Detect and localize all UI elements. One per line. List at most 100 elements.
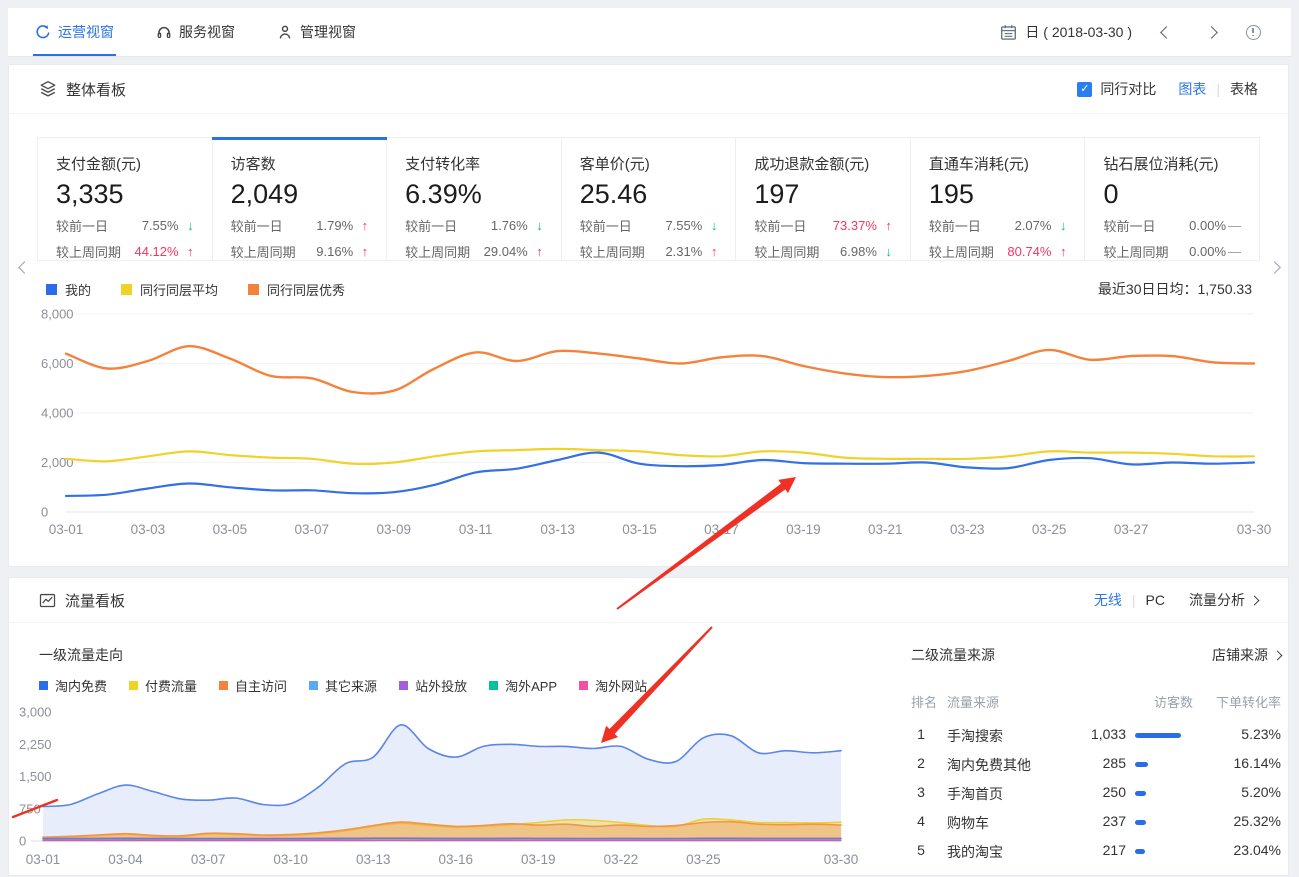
- legend-label: 站外投放: [415, 676, 467, 695]
- legend-label: 淘内免费: [55, 676, 107, 695]
- source-rate: 25.32%: [1234, 813, 1281, 829]
- card-title: 成功退款金额(元): [754, 153, 892, 174]
- metric-card-4[interactable]: 客单价(元)25.46较前一日7.55%↓较上周同期2.31%↑: [562, 138, 737, 260]
- source-rate: 23.04%: [1234, 842, 1281, 858]
- card-compare-row: 较前一日 2.07%↓: [929, 216, 1067, 235]
- card-title: 直通车消耗(元): [929, 153, 1067, 174]
- compare-label: 较上周同期: [929, 242, 994, 261]
- traffic-chart-legend: 淘内免费 付费流量 自主访问 其它来源 站外投放 淘外APP 淘外网站: [39, 676, 669, 695]
- traffic-source-row[interactable]: 5我的淘宝21723.04%: [911, 842, 1281, 862]
- layers-icon: [39, 80, 57, 98]
- traffic-source-row[interactable]: 2淘内免费其他28516.14%: [911, 755, 1281, 775]
- svg-text:03-05: 03-05: [213, 522, 248, 537]
- main-legend-item[interactable]: 同行同层平均: [121, 280, 218, 299]
- source-visitors-bar: [1135, 849, 1145, 854]
- down-arrow-icon: ↓: [1051, 218, 1066, 233]
- traffic-legend-item[interactable]: 其它来源: [309, 676, 377, 695]
- svg-text:03-10: 03-10: [273, 852, 308, 867]
- compare-label: 较前一日: [929, 216, 981, 235]
- trend-title: 一级流量走向: [39, 645, 123, 665]
- line-chart-icon: [39, 592, 56, 609]
- card-compare-row: 较上周同期44.12%↑: [56, 242, 194, 261]
- source-name: 手淘搜索: [947, 726, 1003, 746]
- traffic-legend-item[interactable]: 站外投放: [399, 676, 467, 695]
- card-compare-row: 较前一日0.00%—: [1103, 216, 1241, 235]
- source-name: 淘内免费其他: [947, 755, 1031, 775]
- card-value: 2,049: [231, 179, 369, 209]
- next-date-button[interactable]: [1205, 26, 1218, 39]
- peer-compare-checkbox[interactable]: ✓: [1077, 82, 1092, 97]
- metric-card-6[interactable]: 直通车消耗(元)195较前一日2.07%↓较上周同期80.74%↑: [911, 138, 1086, 260]
- tab-service[interactable]: 服务视窗: [156, 8, 235, 56]
- svg-text:03-19: 03-19: [786, 522, 821, 537]
- source-rank: 4: [913, 813, 929, 829]
- main-legend-item[interactable]: 同行同层优秀: [248, 280, 345, 299]
- card-title: 支付金额(元): [56, 153, 194, 174]
- traffic-source-row[interactable]: 3手淘首页2505.20%: [911, 784, 1281, 804]
- compare-label: 较上周同期: [231, 242, 296, 261]
- view-chart-link[interactable]: 图表: [1178, 79, 1206, 99]
- svg-text:1,500: 1,500: [19, 769, 52, 784]
- traffic-legend-item[interactable]: 付费流量: [129, 676, 197, 695]
- overview-title: 整体看板: [66, 79, 126, 100]
- compare-label: 较前一日: [580, 216, 632, 235]
- card-compare-row: 较前一日7.55%↓: [56, 216, 194, 235]
- traffic-trend-chart[interactable]: 07501,5002,2503,00003-0103-0403-0703-100…: [17, 702, 859, 877]
- metric-card-5[interactable]: 成功退款金额(元)197较前一日73.37%↑较上周同期6.98%↓: [736, 138, 911, 260]
- traffic-legend-item[interactable]: 自主访问: [219, 676, 287, 695]
- source-name: 购物车: [947, 813, 989, 833]
- card-compare-row: 较前一日73.37%↑: [754, 216, 892, 235]
- metric-card-1[interactable]: 支付金额(元)3,335较前一日7.55%↓较上周同期44.12%↑: [38, 138, 213, 260]
- svg-text:03-03: 03-03: [131, 522, 166, 537]
- cards-scroll-left-button[interactable]: [20, 259, 29, 277]
- shop-source-link[interactable]: 店铺来源: [1212, 645, 1281, 665]
- legend-label: 我的: [65, 280, 91, 299]
- tab-label: 运营视窗: [58, 22, 114, 42]
- compare-value: 7.55%: [665, 218, 702, 233]
- traffic-title: 流量看板: [65, 590, 125, 611]
- svg-text:4,000: 4,000: [41, 406, 74, 421]
- svg-text:03-30: 03-30: [824, 852, 859, 867]
- traffic-legend-item[interactable]: 淘外网站: [579, 676, 647, 695]
- view-table-link[interactable]: 表格: [1230, 79, 1258, 99]
- metric-card-2[interactable]: 访客数2,049较前一日1.79%↑较上周同期9.16%↑: [213, 138, 388, 260]
- card-title: 客单价(元): [580, 153, 718, 174]
- card-compare-row: 较上周同期80.74%↑: [929, 242, 1067, 261]
- info-icon[interactable]: [1246, 25, 1261, 40]
- tab-management[interactable]: 管理视窗: [277, 8, 356, 56]
- metric-card-3[interactable]: 支付转化率6.39%较前一日1.76%↓较上周同期29.04%↑: [387, 138, 562, 260]
- date-selector[interactable]: 日 ( 2018-03-30 ): [1025, 22, 1132, 42]
- source-rank: 5: [913, 842, 929, 858]
- refresh-icon: [35, 24, 51, 40]
- main-legend-item[interactable]: 我的: [46, 280, 91, 299]
- headset-icon: [156, 24, 172, 40]
- metric-card-7[interactable]: 钻石展位消耗(元)0较前一日0.00%—较上周同期0.00%—: [1085, 138, 1259, 260]
- compare-value: 1.76%: [491, 218, 528, 233]
- svg-text:03-04: 03-04: [108, 852, 143, 867]
- svg-text:8,000: 8,000: [41, 307, 74, 322]
- prev-date-button[interactable]: [1160, 26, 1173, 39]
- compare-value: 2.07%: [1015, 218, 1052, 233]
- source-visitors-bar: [1135, 820, 1146, 825]
- compare-value: 6.98%: [840, 244, 877, 259]
- card-title: 访客数: [231, 153, 369, 174]
- traffic-source-row[interactable]: 1手淘搜索1,0335.23%: [911, 726, 1281, 746]
- card-compare-row: 较前一日1.76%↓: [405, 216, 543, 235]
- cards-scroll-right-button[interactable]: [1270, 259, 1279, 277]
- overview-panel: 整体看板 ✓ 同行对比 图表 | 表格 支付金额(元)3,335较前一日7.55…: [8, 64, 1289, 567]
- sources-title: 二级流量来源: [911, 645, 995, 665]
- svg-text:03-11: 03-11: [459, 522, 493, 537]
- legend-swatch: [309, 681, 318, 690]
- overview-header: 整体看板 ✓ 同行对比 图表 | 表格: [9, 65, 1288, 114]
- traffic-legend-item[interactable]: 淘外APP: [489, 676, 557, 695]
- card-compare-row: 较前一日7.55%↓: [580, 216, 718, 235]
- flat-dash-icon: —: [1226, 244, 1241, 259]
- traffic-legend-item[interactable]: 淘内免费: [39, 676, 107, 695]
- visitors-trend-chart[interactable]: 02,0004,0006,0008,00003-0103-0303-0503-0…: [41, 301, 1276, 549]
- traffic-source-row[interactable]: 4购物车23725.32%: [911, 813, 1281, 833]
- compare-value: 2.31%: [665, 244, 702, 259]
- up-arrow-icon: ↑: [528, 244, 543, 259]
- tab-operations[interactable]: 运营视窗: [35, 8, 114, 56]
- calendar-icon[interactable]: [1000, 24, 1017, 41]
- legend-swatch: [219, 681, 228, 690]
